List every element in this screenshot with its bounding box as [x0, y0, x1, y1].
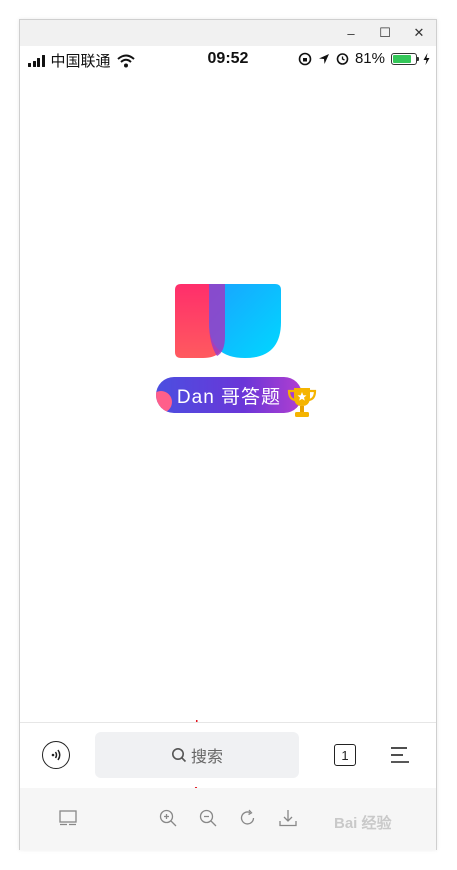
search-bar[interactable]: 搜索 — [95, 732, 299, 778]
zoom-in-icon — [159, 809, 177, 827]
splash-content: Dan 哥答题 — [20, 72, 436, 790]
trophy-icon — [287, 388, 317, 417]
voice-icon — [51, 749, 61, 761]
tab-count: 1 — [341, 747, 349, 763]
download-icon — [279, 810, 297, 827]
status-right: 81% — [298, 50, 430, 67]
download-button[interactable] — [278, 808, 298, 828]
rotate-button[interactable] — [238, 808, 258, 828]
window-button[interactable] — [58, 808, 78, 828]
close-button[interactable]: ✕ — [402, 20, 436, 46]
rotate-icon — [240, 809, 255, 825]
zoom-out-button[interactable] — [198, 808, 218, 828]
browser-bottom-bar: 搜索 1 — [20, 723, 436, 787]
minimize-button[interactable]: – — [334, 20, 368, 46]
rotation-lock-icon — [298, 52, 312, 65]
charging-icon — [423, 52, 430, 65]
zoom-in-button[interactable] — [158, 808, 178, 828]
app-name-badge: Dan 哥答题 — [156, 377, 302, 413]
menu-icon[interactable] — [390, 745, 410, 765]
maximize-button[interactable]: ☐ — [368, 20, 402, 46]
battery-icon — [391, 52, 419, 65]
window-titlebar: – ☐ ✕ — [20, 20, 436, 46]
app-name-text: Dan 哥答题 — [176, 386, 282, 408]
window-icon — [59, 810, 77, 826]
search-icon — [171, 748, 187, 763]
phone-status-bar: 中国联通 09:52 81% — [20, 46, 436, 72]
alarm-icon — [336, 53, 349, 65]
tabs-button[interactable]: 1 — [334, 744, 356, 766]
zoom-out-icon — [199, 809, 217, 827]
battery-fill — [393, 54, 411, 63]
battery-percent: 81% — [354, 50, 385, 67]
voice-button[interactable] — [42, 741, 70, 769]
watermark: Bai 经验 — [334, 815, 392, 832]
search-placeholder: 搜索 — [190, 749, 223, 766]
app-logo-icon — [175, 284, 281, 358]
location-icon — [318, 53, 329, 64]
app-window: – ☐ ✕ 中国联通 09:52 81% Dan 哥答题 搜索 1 — [19, 19, 437, 850]
